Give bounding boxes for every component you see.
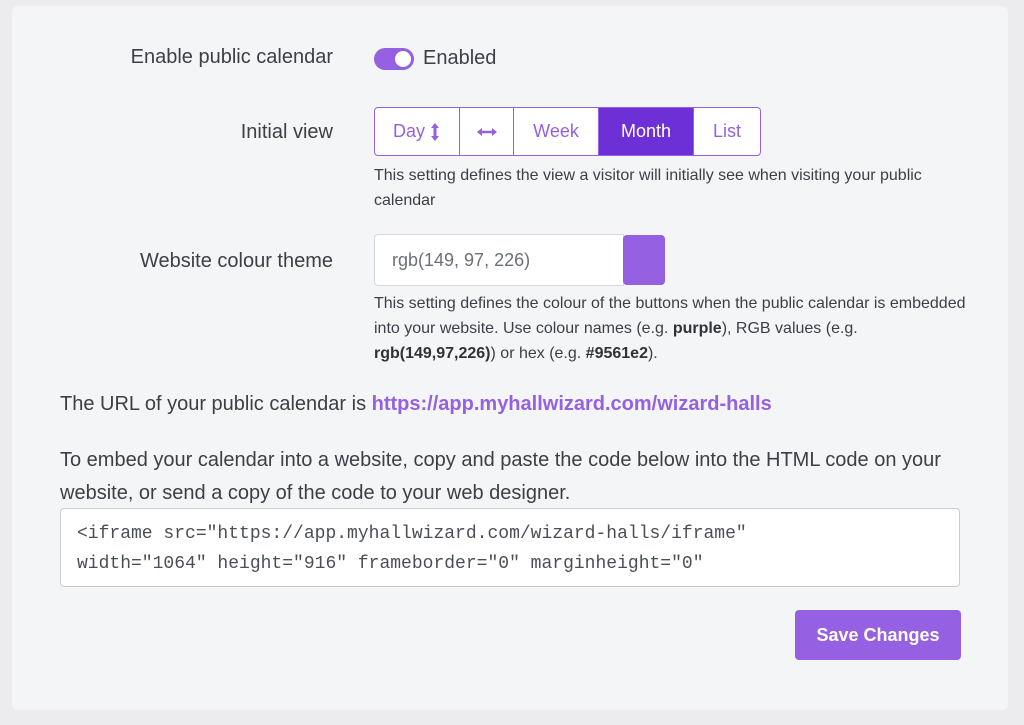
embed-code-box[interactable]: <iframe src="https://app.myhallwizard.co… [60, 508, 960, 587]
help-text-part: ) or hex (e.g. [490, 345, 586, 362]
public-calendar-link[interactable]: https://app.myhallwizard.com/wizard-hall… [372, 393, 772, 415]
public-url-line: The URL of your public calendar is https… [60, 388, 980, 421]
help-example-hex: #9561e2 [585, 345, 648, 362]
colour-theme-help: This setting defines the colour of the b… [374, 291, 974, 366]
horizontal-arrows-icon [476, 127, 497, 136]
view-option-day-label: Day [392, 121, 425, 141]
help-text-part: ). [647, 345, 658, 362]
help-example-rgb: rgb(149,97,226) [374, 345, 491, 362]
help-text-part: This setting defines the colour of the b… [374, 295, 966, 337]
public-url-prefix: The URL of your public calendar is [60, 393, 372, 415]
view-option-list[interactable]: List [694, 108, 760, 155]
initial-view-segmented-control: Day Week Month List [374, 107, 761, 156]
embed-instructions: To embed your calendar into a website, c… [60, 449, 941, 504]
public-calendar-status: Enabled [423, 47, 497, 69]
colour-theme-label: Website colour theme [139, 250, 333, 272]
colour-swatch[interactable] [623, 235, 665, 285]
vertical-arrows-icon [431, 122, 439, 141]
initial-view-label: Initial view [240, 121, 333, 143]
help-example-name: purple [672, 320, 722, 337]
public-calendar-toggle[interactable] [374, 48, 414, 70]
save-changes-button[interactable]: Save Changes [795, 610, 961, 660]
help-text-part: ), RGB values (e.g. [721, 320, 858, 337]
view-option-horizontal[interactable] [460, 108, 514, 155]
view-option-month[interactable]: Month [599, 108, 694, 155]
colour-theme-input[interactable] [374, 234, 624, 286]
view-option-day[interactable]: Day [375, 108, 460, 155]
toggle-knob [395, 51, 411, 67]
initial-view-help: This setting defines the view a visitor … [374, 167, 922, 209]
view-option-week[interactable]: Week [514, 108, 599, 155]
public-calendar-label: Enable public calendar [130, 46, 333, 68]
